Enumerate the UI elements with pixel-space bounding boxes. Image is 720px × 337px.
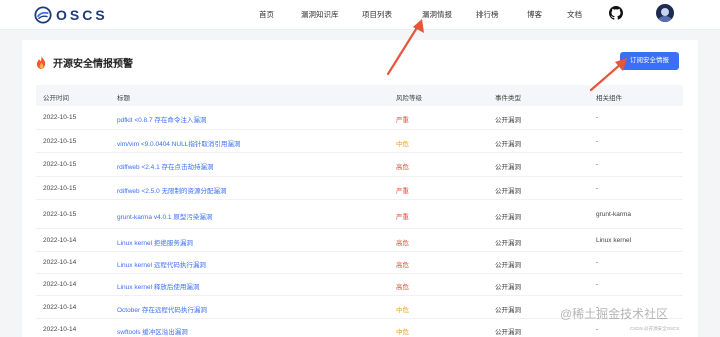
table-row[interactable]: 2022-10-15 rdiffweb <2.4.1 存在点击劫持漏洞 高危 公开漏洞…: [36, 153, 683, 177]
cell-type: 公开漏洞: [495, 329, 521, 336]
watermark-small: CSDN @开源安全OSCS: [630, 326, 680, 331]
cell-type: 公开漏洞: [495, 188, 521, 195]
cell-type: 公开漏洞: [495, 262, 521, 269]
col-component: 相关组件: [596, 95, 622, 102]
cell-severity: 中危: [396, 329, 409, 336]
cell-severity: 中危: [396, 307, 409, 314]
cell-type: 公开漏洞: [495, 307, 521, 314]
table-row[interactable]: 2022-10-15 grunt-karma v4.0.1 原型污染漏洞 严重 公开漏…: [36, 200, 683, 229]
cell-component: -: [596, 326, 599, 333]
page-title: 开源安全情报预警: [53, 59, 133, 70]
nav-blog[interactable]: 博客: [527, 9, 542, 20]
cell-title-link[interactable]: rdiffweb <2.5.0 无限制的资源分配漏洞: [117, 185, 227, 195]
cell-type: 公开漏洞: [495, 240, 521, 247]
cell-component: -: [596, 138, 599, 145]
cell-date: 2022-10-15: [43, 185, 77, 192]
cell-date: 2022-10-14: [43, 326, 77, 333]
cell-component: -: [596, 185, 599, 192]
table-row[interactable]: 2022-10-15 pdfkit <0.8.7 存在命令注入漏洞 严重 公开漏洞 -: [36, 106, 683, 130]
user-avatar[interactable]: [656, 4, 674, 22]
cell-date: 2022-10-14: [43, 281, 77, 288]
cell-type: 公开漏洞: [495, 284, 521, 291]
nav-vuln-intel[interactable]: 漏洞情报: [422, 9, 452, 20]
nav-home[interactable]: 首页: [259, 9, 274, 20]
col-title: 标题: [117, 95, 130, 102]
subscribe-button[interactable]: 订阅安全情报: [620, 52, 679, 70]
cell-severity: 严重: [396, 188, 409, 195]
avatar-face: [661, 8, 669, 16]
table-row[interactable]: 2022-10-14 Linux kernel 拒绝服务漏洞 高危 公开漏洞 Linux…: [36, 229, 683, 252]
flame-icon: [36, 56, 46, 69]
cell-title-link[interactable]: Linux kernel 远程代码执行漏洞: [117, 259, 206, 269]
cell-title-link[interactable]: Linux kernel 释放后使用漏洞: [117, 281, 199, 291]
cell-title-link[interactable]: swftools 缓冲区溢出漏洞: [117, 326, 188, 336]
cell-severity: 严重: [396, 117, 409, 124]
cell-component: -: [596, 281, 599, 288]
cell-type: 公开漏洞: [495, 117, 521, 124]
cell-severity: 高危: [396, 284, 409, 291]
cell-component: -: [596, 259, 599, 266]
cell-component: -: [596, 161, 599, 168]
cell-date: 2022-10-14: [43, 304, 77, 311]
cell-title-link[interactable]: rdiffweb <2.4.1 存在点击劫持漏洞: [117, 161, 214, 171]
cell-component: -: [596, 114, 599, 121]
brand-logo[interactable]: OSCS: [34, 6, 108, 24]
cell-title-link[interactable]: Linux kernel 拒绝服务漏洞: [117, 237, 193, 247]
table-header: 公开时间 标题 风险等级 事件类型 相关组件: [36, 85, 683, 106]
col-date: 公开时间: [43, 95, 69, 102]
cell-date: 2022-10-15: [43, 138, 77, 145]
intel-card: 开源安全情报预警 订阅安全情报 公开时间 标题 风险等级 事件类型 相关组件 2…: [22, 40, 698, 337]
cell-severity: 严重: [396, 214, 409, 221]
cell-date: 2022-10-14: [43, 259, 77, 266]
col-severity: 风险等级: [396, 95, 422, 102]
cell-component: grunt-karma: [596, 211, 632, 218]
table-row[interactable]: 2022-10-15 rdiffweb <2.5.0 无限制的资源分配漏洞 严重 公开…: [36, 177, 683, 200]
cell-date: 2022-10-14: [43, 237, 77, 244]
avatar-body: [658, 16, 672, 22]
cell-title-link[interactable]: October 存在远程代码执行漏洞: [117, 304, 207, 314]
cell-severity: 中危: [396, 141, 409, 148]
cell-date: 2022-10-15: [43, 211, 77, 218]
nav-docs[interactable]: 文档: [567, 9, 582, 20]
table-row[interactable]: 2022-10-14 Linux kernel 释放后使用漏洞 高危 公开漏洞 -: [36, 274, 683, 296]
cell-severity: 高危: [396, 164, 409, 171]
brand-name: OSCS: [56, 7, 108, 23]
top-nav: OSCS 首页 漏洞知识库 项目列表 漏洞情报 排行榜 博客 文档: [0, 0, 720, 30]
cell-title-link[interactable]: vim/vim <9.0.0404 NULL指针取消引用漏洞: [117, 138, 240, 148]
github-icon[interactable]: [609, 6, 623, 20]
section-title: 开源安全情报预警: [36, 55, 133, 70]
oscs-logo-icon: [34, 6, 52, 24]
cell-type: 公开漏洞: [495, 141, 521, 148]
nav-projects[interactable]: 项目列表: [362, 9, 392, 20]
cell-date: 2022-10-15: [43, 161, 77, 168]
cell-severity: 高危: [396, 240, 409, 247]
cell-title-link[interactable]: grunt-karma v4.0.1 原型污染漏洞: [117, 211, 212, 221]
cell-title-link[interactable]: pdfkit <0.8.7 存在命令注入漏洞: [117, 114, 206, 124]
cell-type: 公开漏洞: [495, 164, 521, 171]
nav-ranking[interactable]: 排行榜: [476, 9, 499, 20]
cell-type: 公开漏洞: [495, 214, 521, 221]
col-type: 事件类型: [495, 95, 521, 102]
cell-component: Linux kernel: [596, 237, 632, 244]
table-row[interactable]: 2022-10-15 vim/vim <9.0.0404 NULL指针取消引用漏洞…: [36, 130, 683, 153]
table-row[interactable]: 2022-10-14 Linux kernel 远程代码执行漏洞 高危 公开漏洞 -: [36, 252, 683, 274]
cell-date: 2022-10-15: [43, 114, 77, 121]
watermark: @稀土掘金技术社区: [560, 307, 669, 321]
cell-severity: 高危: [396, 262, 409, 269]
nav-vuln-kb[interactable]: 漏洞知识库: [301, 9, 339, 20]
